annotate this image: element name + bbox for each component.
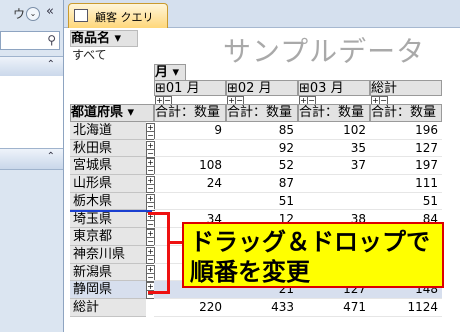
value-cell[interactable]	[298, 175, 370, 193]
value-header-total[interactable]: 合計：数量	[370, 104, 442, 122]
row-field-prefecture[interactable]: 都道府県 ▾	[70, 104, 154, 122]
value-cell[interactable]: 51	[370, 193, 442, 211]
column-group-feb[interactable]: ⊞02 月	[226, 80, 298, 96]
document-tab-bar: 顧客 クエリ	[64, 0, 460, 28]
row-label[interactable]: 山形県	[70, 175, 146, 193]
value-cell[interactable]: 108	[154, 157, 226, 176]
nav-pane-header[interactable]: ウト ⌄ «	[0, 4, 63, 22]
row-label[interactable]: 新潟県	[70, 263, 146, 282]
value-cell[interactable]: 471	[298, 299, 370, 317]
value-cell[interactable]: 102	[298, 122, 370, 140]
value-cell[interactable]	[154, 140, 226, 158]
annotation-callout: ドラッグ＆ドロップで 順番を変更	[182, 222, 444, 288]
callout-line-2: 順番を変更	[190, 258, 310, 286]
nav-group-header-2[interactable]: ⌃	[0, 148, 63, 170]
value-cell[interactable]: 51	[226, 193, 298, 211]
value-header-mar[interactable]: 合計：数量	[298, 104, 370, 122]
chevron-up-icon[interactable]: ⌃	[47, 59, 55, 70]
column-field-month[interactable]: 月 ▾	[154, 64, 186, 81]
value-cell[interactable]: 87	[226, 175, 298, 193]
tab-label: 顧客 クエリ	[95, 11, 154, 24]
column-group-mar[interactable]: ⊞03 月	[298, 80, 370, 96]
value-cell[interactable]: 85	[226, 122, 298, 140]
value-cell[interactable]: 127	[370, 140, 442, 158]
dropdown-arrow-icon[interactable]: ▾	[128, 105, 135, 120]
column-group-total[interactable]: 総計	[370, 80, 442, 96]
callout-line-1: ドラッグ＆ドロップで	[190, 228, 430, 256]
value-cell[interactable]: 197	[370, 157, 442, 176]
value-cell[interactable]	[154, 193, 226, 211]
value-cell[interactable]: 52	[226, 157, 298, 176]
value-header-feb[interactable]: 合計：数量	[226, 104, 298, 122]
report-title: サンプルデータ	[223, 35, 426, 68]
value-cell[interactable]	[298, 193, 370, 211]
dropdown-arrow-icon[interactable]: ▾	[173, 65, 180, 80]
row-label[interactable]: 静岡県	[70, 281, 146, 299]
selection-bracket	[148, 212, 170, 294]
row-label[interactable]: 宮城県	[70, 157, 146, 176]
query-icon	[74, 9, 88, 22]
value-cell[interactable]: 92	[226, 140, 298, 158]
value-cell[interactable]: 196	[370, 122, 442, 140]
grand-total-label[interactable]: 総計	[70, 299, 146, 317]
chevron-up-icon[interactable]: ⌃	[47, 151, 55, 162]
value-cell[interactable]: 220	[154, 299, 226, 317]
row-label[interactable]: 東京都	[70, 228, 146, 246]
row-label[interactable]: 神奈川県	[70, 245, 146, 264]
drop-position-indicator	[70, 210, 152, 212]
bracket-pointer	[170, 241, 182, 244]
collapse-pane-icon[interactable]: «	[46, 4, 54, 19]
row-label[interactable]: 埼玉県	[70, 210, 146, 229]
value-cell[interactable]: 9	[154, 122, 226, 140]
row-label[interactable]: 秋田県	[70, 139, 146, 158]
value-cell[interactable]: 37	[298, 157, 370, 176]
value-cell[interactable]: 1124	[370, 299, 442, 317]
navigation-pane: ウト ⌄ « ⚲ ⌃ ⌃	[0, 0, 64, 332]
tab-customer-query[interactable]: 顧客 クエリ	[68, 3, 168, 28]
filter-field-label: 商品名	[71, 31, 111, 46]
nav-group-header-1[interactable]: ⌃	[0, 56, 63, 78]
row-label[interactable]: 北海道	[70, 122, 146, 140]
value-cell[interactable]: 24	[154, 175, 226, 193]
row-label[interactable]: 栃木県	[70, 192, 146, 211]
column-group-jan[interactable]: ⊞01 月	[154, 80, 226, 96]
filter-field-product[interactable]: 商品名 ▾	[70, 30, 138, 47]
dropdown-arrow-icon[interactable]: ▾	[115, 31, 122, 46]
filter-value: すべて	[72, 48, 107, 62]
value-cell[interactable]: 35	[298, 140, 370, 158]
nav-search-input[interactable]: ⚲	[0, 31, 60, 50]
value-header-jan[interactable]: 合計：数量	[154, 104, 226, 122]
search-icon[interactable]: ⚲	[47, 33, 56, 47]
row-field-label: 都道府県	[71, 105, 124, 120]
column-field-label: 月	[155, 65, 169, 80]
value-cell[interactable]: 433	[226, 299, 298, 317]
chevron-down-icon[interactable]: ⌄	[26, 7, 40, 21]
value-cell[interactable]: 111	[370, 175, 442, 193]
